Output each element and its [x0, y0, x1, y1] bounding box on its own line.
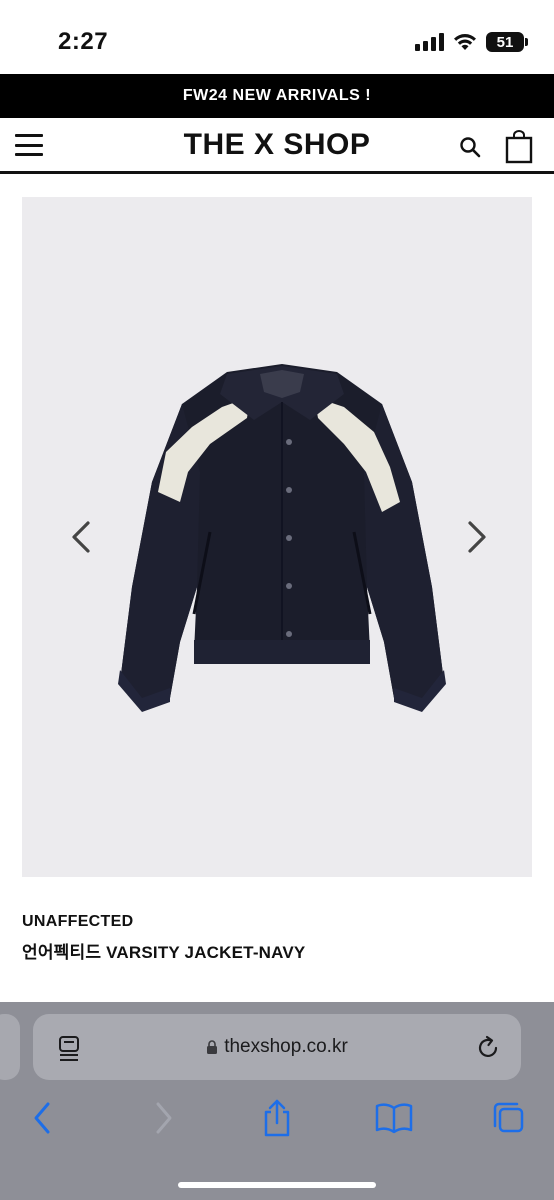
search-icon[interactable]	[458, 135, 482, 159]
product-image-carousel[interactable]	[22, 197, 532, 877]
wifi-icon	[454, 34, 476, 50]
url-text: thexshop.co.kr	[224, 1036, 348, 1057]
status-time: 2:27	[58, 28, 109, 55]
product-jacket-image	[118, 364, 446, 712]
announcement-text: FW24 NEW ARRIVALS !	[182, 87, 372, 104]
previous-tab-preview[interactable]	[0, 1014, 20, 1080]
browser-toolbar	[0, 1098, 554, 1148]
address-bar[interactable]: thexshop.co.kr	[33, 1014, 521, 1080]
status-icons: 51	[415, 32, 528, 52]
product-name: 언어펙티드 VARSITY JACKET-NAVY	[22, 943, 306, 962]
browser-chrome: thexshop.co.kr	[0, 1002, 554, 1200]
chevron-right-icon[interactable]	[462, 517, 492, 557]
battery-icon: 51	[486, 32, 528, 52]
tabs-icon[interactable]	[490, 1098, 526, 1138]
lock-icon	[207, 1040, 218, 1054]
home-indicator	[178, 1182, 376, 1188]
announcement-bar[interactable]: FW24 NEW ARRIVALS !	[0, 74, 554, 118]
bookmarks-icon[interactable]	[374, 1098, 414, 1138]
share-icon[interactable]	[260, 1098, 294, 1138]
forward-icon[interactable]	[150, 1098, 176, 1138]
site-header: THE X SHOP	[0, 118, 554, 174]
url-display[interactable]: thexshop.co.kr	[33, 1036, 521, 1058]
cellular-signal-icon	[415, 33, 444, 51]
product-brand[interactable]: UNAFFECTED	[22, 913, 133, 931]
chevron-left-icon[interactable]	[66, 517, 96, 557]
status-bar: 2:27 51	[0, 0, 554, 74]
reload-icon[interactable]	[475, 1034, 501, 1062]
back-icon[interactable]	[30, 1098, 56, 1138]
battery-level: 51	[496, 33, 514, 51]
shopping-bag-icon[interactable]	[505, 130, 533, 164]
